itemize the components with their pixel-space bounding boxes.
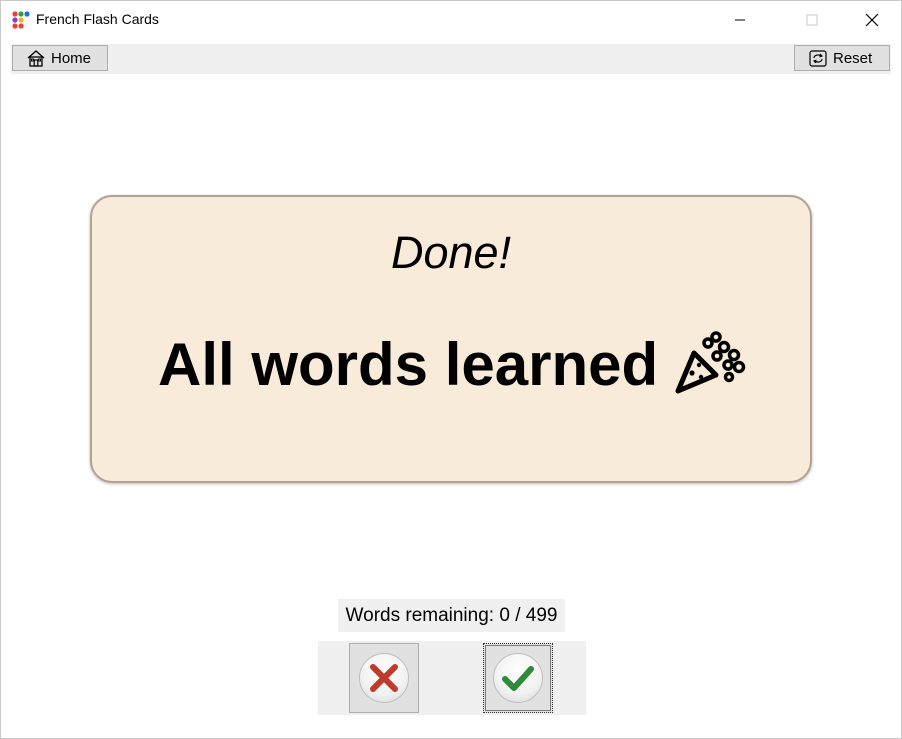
wrong-button-face — [359, 653, 409, 703]
answer-bar — [318, 641, 586, 715]
reset-button[interactable]: Reset — [794, 45, 890, 71]
check-mark-icon — [502, 666, 534, 691]
minimize-icon — [735, 19, 745, 21]
right-button[interactable] — [483, 643, 553, 713]
house-icon — [27, 49, 45, 67]
wrong-button[interactable] — [349, 643, 419, 713]
app-icon — [12, 11, 30, 29]
card-message: All words learned — [158, 331, 659, 398]
toolbar: Home Reset — [11, 44, 891, 74]
card-subtitle: Done! — [390, 227, 512, 278]
home-button[interactable]: Home — [12, 45, 108, 71]
title-bar[interactable]: French Flash Cards — [1, 1, 901, 39]
reset-button-label: Reset — [833, 49, 873, 67]
refresh-icon — [809, 49, 827, 67]
flash-card[interactable]: Done! All words learned — [90, 195, 812, 483]
close-button[interactable] — [849, 1, 895, 39]
window-title: French Flash Cards — [36, 11, 159, 27]
minimize-button[interactable] — [717, 1, 763, 39]
words-remaining-label: Words remaining: 0 / 499 — [338, 599, 565, 632]
home-button-label: Home — [51, 49, 92, 67]
app-window: French Flash Cards Home Reset Done! All … — [0, 0, 902, 739]
maximize-icon — [806, 14, 818, 26]
right-button-face — [493, 653, 543, 703]
maximize-button[interactable] — [789, 1, 835, 39]
party-popper-icon — [675, 331, 746, 394]
x-mark-icon — [370, 664, 398, 692]
close-icon — [865, 13, 879, 27]
